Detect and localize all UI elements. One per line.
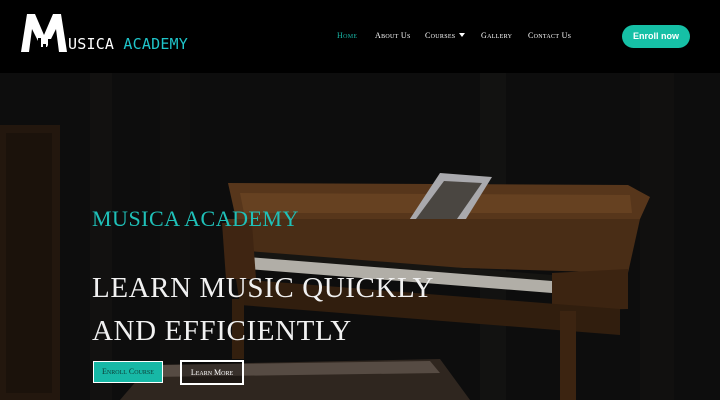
enroll-course-button[interactable]: Enroll Course	[93, 361, 163, 383]
chevron-down-icon	[459, 33, 466, 37]
hero-eyebrow: MUSICA ACADEMY	[92, 206, 299, 231]
logo-text: USICA	[68, 35, 115, 53]
learn-more-button[interactable]: Learn More	[180, 360, 244, 385]
nav-courses-label: Courses	[425, 31, 456, 40]
site-header: USICA ACADEMY Home About Us Courses Gall…	[0, 0, 720, 73]
hero-headline-line-2: AND EFFICIENTLY	[92, 315, 352, 347]
logo-accent-text: ACADEMY	[123, 35, 189, 53]
nav-about-us[interactable]: About Us	[375, 31, 411, 40]
hero-overlay	[0, 73, 720, 400]
nav-contact-us[interactable]: Contact Us	[528, 31, 571, 40]
nav-courses[interactable]: Courses	[425, 31, 466, 40]
hero-section: MUSICA ACADEMY LEARN MUSIC QUICKLY AND E…	[0, 73, 720, 400]
hero-headline-line-1: LEARN MUSIC QUICKLY	[92, 272, 434, 304]
logo[interactable]: USICA ACADEMY	[20, 13, 190, 57]
logo-wordmark: USICA ACADEMY	[68, 35, 188, 53]
nav-home[interactable]: Home	[337, 31, 357, 40]
enroll-now-button[interactable]: Enroll now	[622, 25, 690, 48]
nav-gallery[interactable]: Gallery	[481, 31, 512, 40]
logo-mark-icon	[21, 14, 67, 52]
